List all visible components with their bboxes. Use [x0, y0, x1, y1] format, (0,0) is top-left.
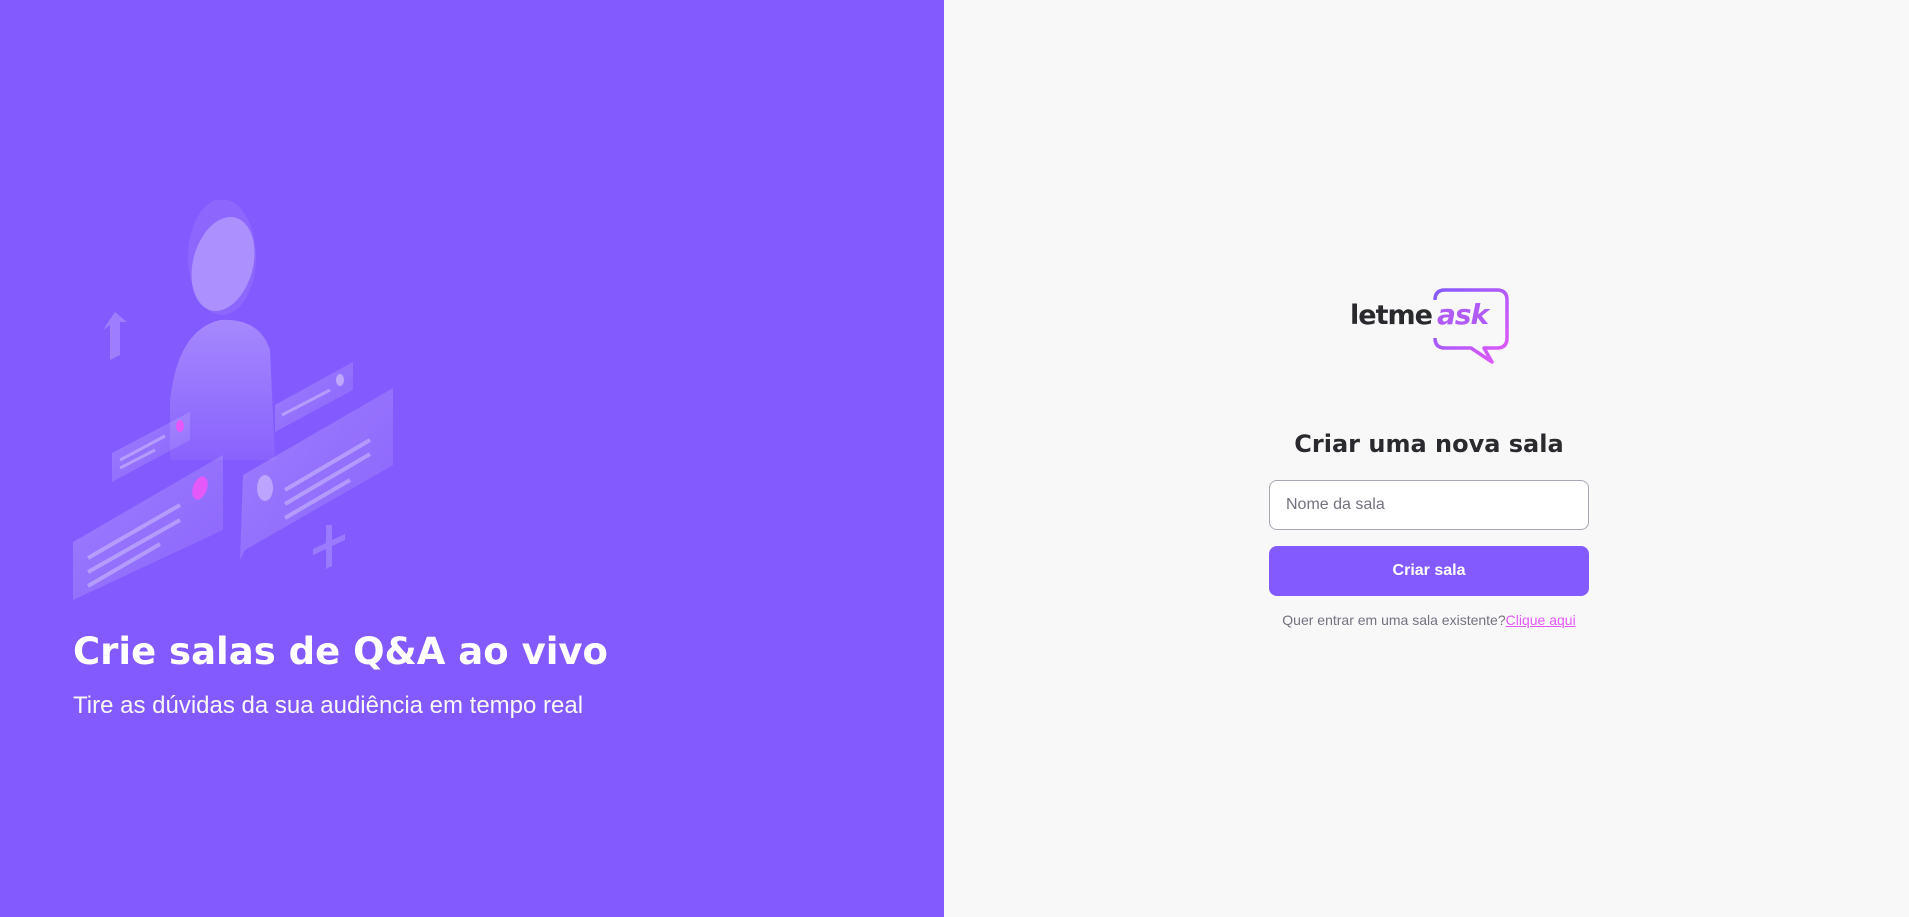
- aside-subtitle: Tire as dúvidas da sua audiência em temp…: [73, 692, 584, 719]
- create-room-form-container: letme ask Criar uma nova sala Criar sala…: [1269, 288, 1589, 628]
- logo-ask-text: ask: [1437, 298, 1489, 331]
- aside-title: Crie salas de Q&A ao vivo: [73, 630, 608, 673]
- join-room-prompt: Quer entrar em uma sala existente?Clique…: [1269, 612, 1589, 628]
- join-prompt-text: Quer entrar em uma sala existente?: [1282, 612, 1506, 628]
- create-room-button[interactable]: Criar sala: [1269, 546, 1589, 596]
- form-title: Criar uma nova sala: [1294, 430, 1564, 458]
- main-panel: letme ask Criar uma nova sala Criar sala…: [944, 0, 1909, 917]
- aside-panel: Crie salas de Q&A ao vivo Tire as dúvida…: [0, 0, 944, 917]
- letmeask-logo: letme ask: [1349, 288, 1509, 364]
- qa-illustration-icon: [70, 199, 400, 600]
- room-name-input[interactable]: [1269, 480, 1589, 530]
- join-room-link[interactable]: Clique aqui: [1506, 612, 1576, 628]
- logo-letme-text: letme: [1350, 300, 1433, 331]
